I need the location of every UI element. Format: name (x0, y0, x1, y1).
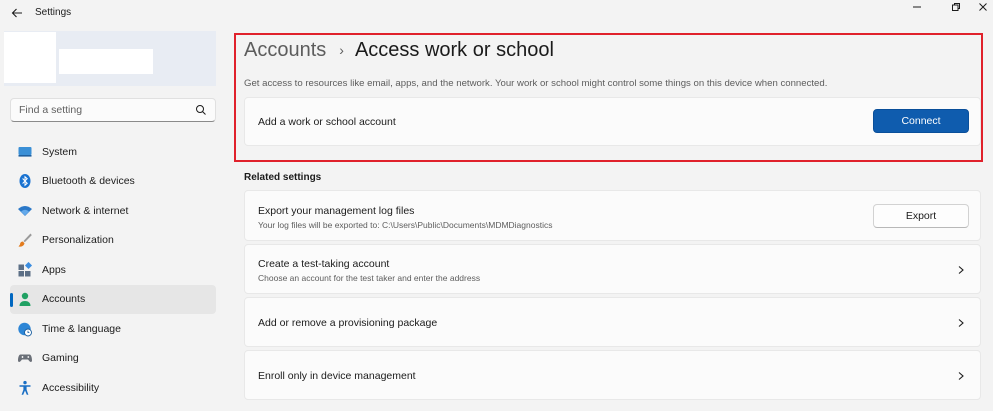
sidebar-item-label: Apps (42, 263, 66, 276)
sidebar-item-apps[interactable]: Apps (10, 255, 216, 285)
chevron-right-icon (958, 266, 964, 274)
search-input[interactable] (11, 99, 191, 121)
search-box[interactable] (10, 98, 216, 122)
export-logs-title: Export your management log files (258, 205, 415, 217)
sidebar-item-label: Network & internet (42, 204, 129, 217)
app-title: Settings (35, 7, 72, 18)
sidebar-item-label: Bluetooth & devices (42, 175, 135, 188)
test-taking-account-title: Create a test-taking account (258, 258, 390, 270)
restore-icon (952, 3, 960, 11)
back-button[interactable] (8, 4, 26, 22)
minimize-icon (913, 6, 921, 8)
globe-clock-icon (17, 321, 33, 337)
export-logs-card: Export your management log files Your lo… (244, 190, 981, 241)
bluetooth-icon (17, 173, 33, 189)
test-taking-account-card[interactable]: Create a test-taking account Choose an a… (244, 244, 981, 294)
enroll-device-management-title: Enroll only in device management (258, 370, 416, 382)
back-arrow-icon (11, 8, 22, 18)
close-icon (979, 3, 987, 11)
highlight-box (234, 33, 983, 162)
restore-button[interactable] (941, 0, 971, 14)
title-bar: Settings (0, 0, 993, 28)
person-icon (17, 291, 33, 307)
sidebar-item-label: Accounts (42, 293, 86, 306)
sidebar-item-label: Accessibility (42, 381, 100, 394)
brush-icon (17, 232, 33, 248)
accessibility-icon (17, 380, 33, 396)
chevron-right-icon (958, 319, 964, 327)
enroll-device-management-card[interactable]: Enroll only in device management (244, 350, 981, 400)
search-icon[interactable] (195, 104, 207, 116)
user-name (59, 49, 153, 74)
sidebar-item-label: Personalization (42, 234, 114, 247)
apps-icon (17, 261, 33, 278)
sidebar-item-label: Time & language (42, 322, 121, 335)
sidebar-item-accounts[interactable]: Accounts (10, 284, 216, 314)
provisioning-package-title: Add or remove a provisioning package (258, 317, 438, 329)
minimize-button[interactable] (902, 0, 932, 14)
sidebar-nav: System Bluetooth & devices Network & int… (10, 137, 216, 403)
sidebar-item-network[interactable]: Network & internet (10, 196, 216, 226)
sidebar-item-bluetooth[interactable]: Bluetooth & devices (10, 167, 216, 197)
test-taking-account-subtitle: Choose an account for the test taker and… (258, 273, 481, 283)
sidebar-item-system[interactable]: System (10, 137, 216, 167)
chevron-right-icon (958, 372, 964, 380)
close-button[interactable] (968, 0, 993, 14)
sidebar-item-gaming[interactable]: Gaming (10, 344, 216, 374)
wifi-icon (17, 203, 33, 219)
export-button[interactable]: Export (873, 204, 969, 228)
monitor-icon (17, 144, 33, 160)
sidebar-item-accessibility[interactable]: Accessibility (10, 373, 216, 403)
sidebar-item-personalization[interactable]: Personalization (10, 226, 216, 256)
related-settings-heading: Related settings (244, 172, 322, 183)
sidebar-item-time-language[interactable]: Time & language (10, 314, 216, 344)
provisioning-package-card[interactable]: Add or remove a provisioning package (244, 297, 981, 347)
avatar[interactable] (4, 32, 56, 83)
active-indicator (10, 292, 13, 307)
sidebar-item-label: Gaming (42, 352, 79, 365)
sidebar-item-label: System (42, 145, 78, 158)
export-logs-subtitle: Your log files will be exported to: C:\U… (258, 220, 553, 230)
gamepad-icon (17, 350, 33, 366)
